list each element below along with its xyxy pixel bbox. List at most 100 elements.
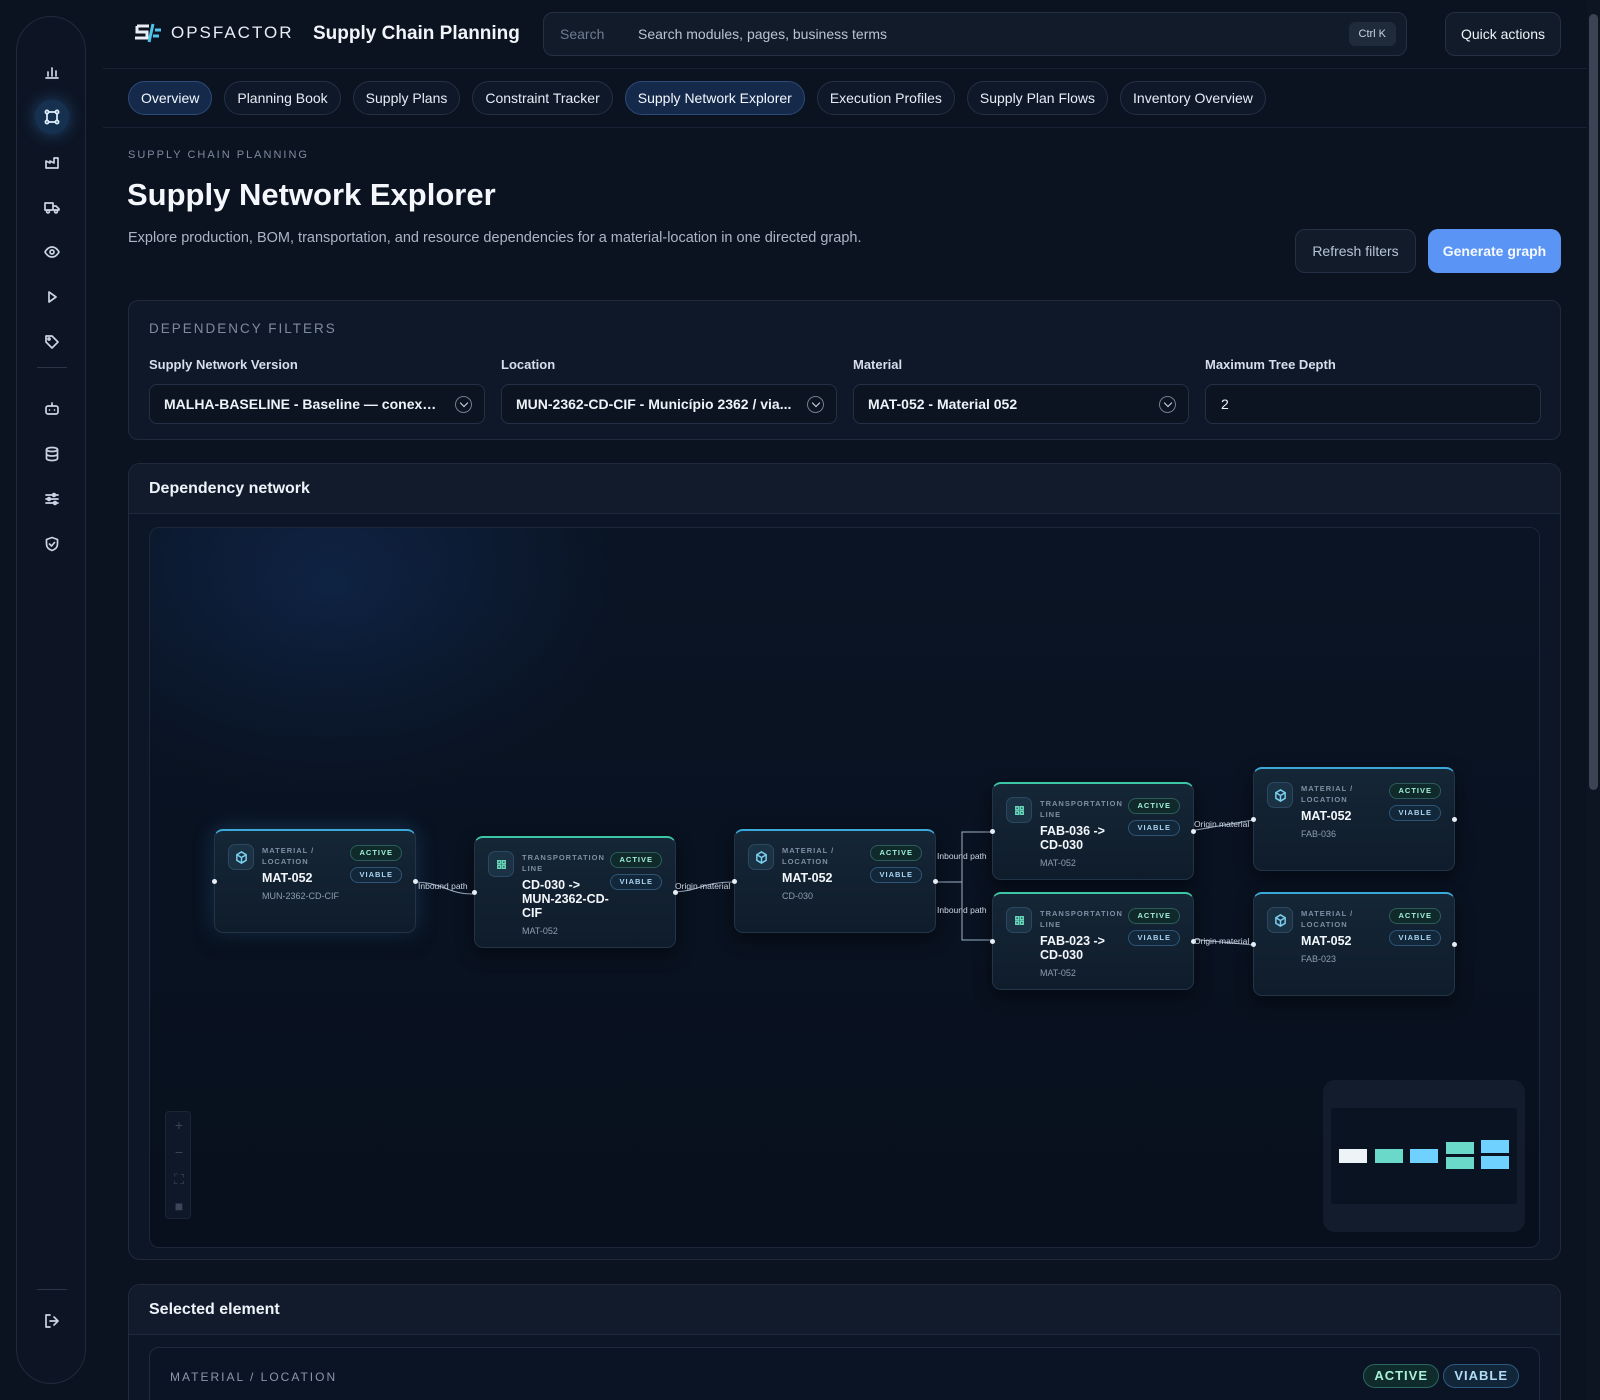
minimap-viewport — [1331, 1108, 1517, 1204]
graph-node[interactable]: MATERIAL / LOCATION MAT-052 MUN-2362-CD-… — [212, 829, 418, 933]
edge-label: Origin material — [1194, 819, 1250, 829]
version-select[interactable]: MALHA-BASELINE - Baseline — conexões... — [149, 384, 485, 424]
location-value: MUN-2362-CD-CIF - Município 2362 / via..… — [516, 396, 792, 412]
selected-panel-header: Selected element — [129, 1285, 1560, 1335]
robot-icon[interactable] — [35, 392, 69, 426]
material-select[interactable]: MAT-052 - Material 052 — [853, 384, 1189, 424]
tab-supply-plans[interactable]: Supply Plans — [352, 81, 461, 115]
node-kind: TRANSPORTATION LINE — [1040, 909, 1123, 929]
graph-node[interactable]: TRANSPORTATION LINE CD-030 -> MUN-2362-C… — [472, 836, 678, 948]
generate-graph-button[interactable]: Generate graph — [1428, 229, 1561, 273]
status-badge: ACTIVE — [1128, 908, 1180, 924]
shield-icon[interactable] — [35, 527, 69, 561]
tab-planning-book[interactable]: Planning Book — [224, 81, 341, 115]
graph-controls: + − ⛶ ■ — [165, 1111, 191, 1219]
graph-node[interactable]: TRANSPORTATION LINE FAB-036 -> CD-030 MA… — [990, 782, 1196, 880]
eye-icon[interactable] — [35, 235, 69, 269]
node-port[interactable] — [1452, 941, 1457, 947]
rail-divider — [37, 367, 67, 368]
logout-icon[interactable] — [35, 1304, 69, 1338]
node-port[interactable] — [472, 889, 477, 895]
graph-node[interactable]: MATERIAL / LOCATION MAT-052 FAB-023 ACTI… — [1251, 892, 1457, 996]
zoom-in-icon[interactable]: + — [166, 1112, 192, 1139]
network-icon[interactable] — [35, 100, 69, 134]
edge-label: Origin material — [1194, 936, 1250, 946]
cube-icon — [228, 844, 254, 870]
location-field: Location MUN-2362-CD-CIF - Município 236… — [501, 357, 837, 424]
chart-icon[interactable] — [35, 55, 69, 89]
node-kind: MATERIAL / LOCATION — [782, 846, 835, 866]
selected-kind: MATERIAL / LOCATION — [170, 1370, 338, 1384]
node-subtitle: FAB-023 — [1301, 954, 1337, 964]
tab-overview[interactable]: Overview — [128, 81, 213, 115]
material-value: MAT-052 - Material 052 — [868, 396, 1018, 412]
graph-node[interactable]: MATERIAL / LOCATION MAT-052 CD-030 ACTIV… — [732, 829, 938, 933]
node-title: MAT-052 — [1301, 934, 1352, 948]
brand[interactable]: OPSFACTOR — [133, 20, 294, 46]
search-box[interactable]: Search Ctrl K — [543, 12, 1407, 56]
node-port[interactable] — [990, 938, 995, 944]
node-title: MAT-052 — [782, 871, 833, 885]
app-title: Supply Chain Planning — [313, 23, 520, 44]
node-port[interactable] — [1251, 816, 1256, 822]
breadcrumb: SUPPLY CHAIN PLANNING — [128, 149, 309, 161]
node-subtitle: MAT-052 — [522, 926, 558, 936]
tab-supply-network-explorer[interactable]: Supply Network Explorer — [624, 81, 805, 115]
max-depth-input[interactable] — [1205, 384, 1541, 424]
sliders-icon[interactable] — [35, 482, 69, 516]
lock-icon[interactable]: ■ — [166, 1193, 192, 1220]
tab-supply-plan-flows[interactable]: Supply Plan Flows — [966, 81, 1109, 115]
version-value: MALHA-BASELINE - Baseline — conexões... — [164, 396, 444, 412]
status-badge: ACTIVE — [350, 845, 402, 861]
search-input[interactable] — [638, 13, 1328, 55]
quick-actions-button[interactable]: Quick actions — [1445, 12, 1561, 56]
page-scrollbar[interactable] — [1587, 0, 1600, 1400]
search-shortcut-badge: Ctrl K — [1348, 22, 1396, 46]
play-icon[interactable] — [35, 280, 69, 314]
zoom-out-icon[interactable]: − — [166, 1139, 192, 1166]
edge-label: Inbound path — [937, 851, 987, 861]
node-title: CD-030 -> MUN-2362-CD-CIF — [522, 878, 609, 920]
tag-icon[interactable] — [35, 325, 69, 359]
node-port[interactable] — [933, 878, 938, 884]
depth-label: Maximum Tree Depth — [1205, 357, 1336, 372]
network-panel-title: Dependency network — [149, 480, 310, 497]
cube-icon — [1267, 907, 1293, 933]
status-badge: VIABLE — [870, 867, 922, 883]
node-port[interactable] — [212, 878, 217, 884]
version-label: Supply Network Version — [149, 357, 298, 372]
node-port[interactable] — [990, 828, 995, 834]
node-port[interactable] — [732, 878, 737, 884]
graph-canvas[interactable]: MATERIAL / LOCATION MAT-052 MUN-2362-CD-… — [149, 527, 1540, 1248]
page-description: Explore production, BOM, transportation,… — [128, 230, 862, 246]
scrollbar-thumb[interactable] — [1589, 14, 1598, 790]
minimap-node — [1410, 1149, 1438, 1163]
database-icon[interactable] — [35, 437, 69, 471]
material-label: Material — [853, 357, 903, 372]
tab-constraint-tracker[interactable]: Constraint Tracker — [472, 81, 613, 115]
minimap-node — [1481, 1140, 1509, 1153]
node-kind: TRANSPORTATION LINE — [1040, 799, 1123, 819]
factory-icon[interactable] — [35, 145, 69, 179]
graph-node[interactable]: TRANSPORTATION LINE FAB-023 -> CD-030 MA… — [990, 892, 1196, 990]
truck-icon[interactable] — [35, 190, 69, 224]
tab-inventory-overview[interactable]: Inventory Overview — [1120, 81, 1266, 115]
minimap-node — [1481, 1156, 1509, 1169]
dependency-network-panel: Dependency network MATERIAL / LOCATION M… — [128, 463, 1561, 1260]
status-badge: ACTIVE — [610, 852, 662, 868]
tab-execution-profiles[interactable]: Execution Profiles — [816, 81, 955, 115]
location-select[interactable]: MUN-2362-CD-CIF - Município 2362 / via..… — [501, 384, 837, 424]
node-port[interactable] — [1251, 941, 1256, 947]
graph-node[interactable]: MATERIAL / LOCATION MAT-052 FAB-036 ACTI… — [1251, 767, 1457, 871]
node-title: FAB-036 -> CD-030 — [1040, 824, 1105, 852]
node-port[interactable] — [1452, 816, 1457, 822]
status-badge: ACTIVE — [1389, 908, 1441, 924]
node-title: MAT-052 — [262, 871, 313, 885]
minimap[interactable] — [1323, 1080, 1525, 1232]
route-icon — [488, 851, 514, 877]
material-field: Material MAT-052 - Material 052 — [853, 357, 1189, 424]
refresh-filters-button[interactable]: Refresh filters — [1295, 229, 1416, 273]
route-icon — [1006, 797, 1032, 823]
fit-view-icon[interactable]: ⛶ — [166, 1166, 192, 1193]
node-port[interactable] — [1191, 828, 1196, 834]
